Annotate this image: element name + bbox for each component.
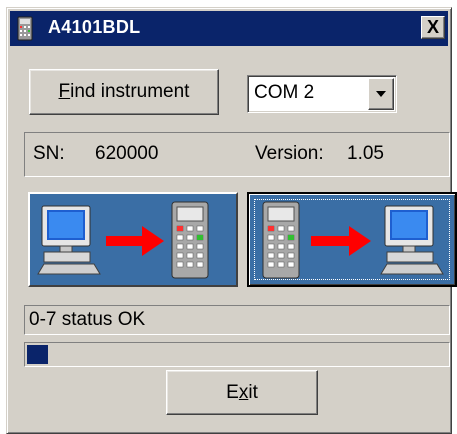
instrument-to-pc-icon	[262, 201, 444, 279]
find-label-rest: ind instrument	[70, 81, 190, 102]
instrument-app-icon	[17, 16, 33, 41]
version-label: Version:	[255, 143, 324, 164]
exit-accel-letter: x	[238, 382, 249, 403]
exit-button[interactable]: Exit	[166, 370, 318, 415]
com-port-value: COM 2	[254, 82, 315, 103]
status-panel: 0-7 status OK	[24, 305, 450, 335]
progress-track	[27, 345, 447, 364]
serial-number-label: SN:	[33, 143, 65, 164]
serial-number-value: 620000	[95, 143, 159, 164]
exit-label-rest: it	[248, 382, 258, 403]
send-to-instrument-button[interactable]	[28, 192, 238, 287]
instrument-info-panel: SN: 620000 Version: 1.05	[24, 132, 450, 177]
status-text: 0-7 status OK	[29, 309, 146, 330]
version-value: 1.05	[347, 143, 384, 164]
pc-to-instrument-icon	[37, 201, 209, 279]
exit-label-prefix: E	[226, 382, 239, 403]
close-button[interactable]: X	[421, 16, 445, 39]
com-port-select[interactable]: COM 2	[247, 75, 397, 113]
close-icon: X	[426, 17, 439, 37]
find-accel-letter: F	[58, 81, 71, 102]
title-bar[interactable]: A4101BDL X	[10, 11, 448, 46]
app-window: A4101BDL X Find instrument COM 2 SN: 620…	[6, 7, 457, 434]
chevron-down-icon	[376, 91, 386, 97]
progress-fill	[27, 345, 48, 364]
progress-bar	[24, 342, 450, 367]
dropdown-button[interactable]	[368, 78, 394, 110]
receive-from-instrument-button[interactable]	[247, 192, 457, 287]
window-title: A4101BDL	[48, 17, 141, 37]
find-instrument-button[interactable]: Find instrument	[29, 69, 219, 115]
